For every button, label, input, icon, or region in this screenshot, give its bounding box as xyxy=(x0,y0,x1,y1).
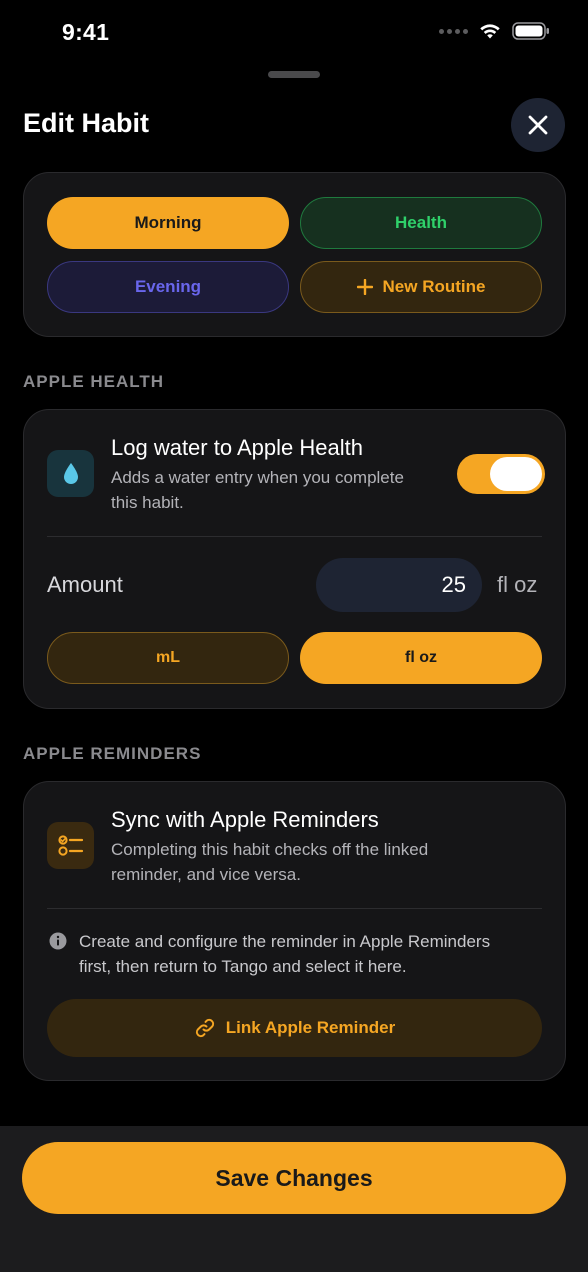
apple-reminders-subtitle-line: reminder, and vice versa. xyxy=(111,865,301,884)
wifi-icon xyxy=(480,24,500,39)
link-apple-reminder-button[interactable]: Link Apple Reminder xyxy=(47,999,542,1057)
routine-label: New Routine xyxy=(382,277,486,296)
status-bar: 9:41 xyxy=(0,0,588,66)
apple-health-subtitle-line: this habit. xyxy=(111,493,184,512)
routine-health-button[interactable]: Health xyxy=(300,197,542,249)
link-icon xyxy=(195,1018,214,1038)
unit-label: mL xyxy=(156,649,180,666)
apple-health-subtitle: Adds a water entry when you complete thi… xyxy=(111,465,404,515)
unit-floz-button[interactable]: fl oz xyxy=(300,632,542,684)
checklist-icon xyxy=(57,834,83,856)
apple-reminders-card: Sync with Apple Reminders Completing thi… xyxy=(23,781,566,1081)
water-drop-icon xyxy=(63,462,78,484)
amount-input[interactable]: 25 xyxy=(316,558,482,612)
save-changes-label: Save Changes xyxy=(215,1164,373,1191)
page-title: Edit Habit xyxy=(23,108,149,138)
routine-morning-button[interactable]: Morning xyxy=(47,197,289,249)
routine-label: Evening xyxy=(134,277,202,296)
link-apple-reminder-label: Link Apple Reminder xyxy=(225,1018,396,1037)
divider xyxy=(47,908,542,909)
unit-label: fl oz xyxy=(405,649,437,666)
routine-label: Health xyxy=(395,213,447,232)
apple-health-title: Log water to Apple Health xyxy=(111,435,363,460)
apple-reminders-subtitle: Completing this habit checks off the lin… xyxy=(111,837,428,887)
info-icon xyxy=(49,932,67,950)
divider xyxy=(47,536,542,537)
apple-reminders-subtitle-line: Completing this habit checks off the lin… xyxy=(111,840,429,859)
amount-unit: fl oz xyxy=(497,572,538,597)
section-label-apple-reminders: APPLE REMINDERS xyxy=(23,744,202,763)
unit-ml-button[interactable]: mL xyxy=(47,632,289,684)
routines-card: Morning Health Evening New Routine xyxy=(23,172,566,337)
sheet-grabber[interactable] xyxy=(268,71,320,78)
amount-label: Amount xyxy=(47,572,123,597)
water-tile xyxy=(47,450,94,497)
reminders-info-line: Create and configure the reminder in App… xyxy=(79,932,491,951)
section-label-apple-health: APPLE HEALTH xyxy=(23,372,165,391)
apple-health-subtitle-line: Adds a water entry when you complete xyxy=(111,468,404,487)
signal-icon xyxy=(439,28,468,34)
toggle-knob xyxy=(490,457,542,491)
reminders-info-text: Create and configure the reminder in App… xyxy=(79,929,490,979)
close-button[interactable] xyxy=(511,98,565,152)
xmark-icon xyxy=(528,115,548,135)
save-changes-button[interactable]: Save Changes xyxy=(22,1142,566,1214)
plus-icon xyxy=(356,279,373,295)
status-time: 9:41 xyxy=(62,19,110,45)
routine-evening-button[interactable]: Evening xyxy=(47,261,289,313)
reminders-info-line: first, then return to Tango and select i… xyxy=(79,957,407,976)
new-routine-button[interactable]: New Routine xyxy=(300,261,542,313)
apple-health-toggle[interactable] xyxy=(457,454,545,494)
battery-icon xyxy=(512,22,549,40)
apple-health-card: Log water to Apple Health Adds a water e… xyxy=(23,409,566,709)
apple-reminders-title: Sync with Apple Reminders xyxy=(111,807,379,832)
routine-label: Morning xyxy=(134,213,202,232)
reminders-tile xyxy=(47,822,94,869)
status-icons xyxy=(439,22,550,40)
